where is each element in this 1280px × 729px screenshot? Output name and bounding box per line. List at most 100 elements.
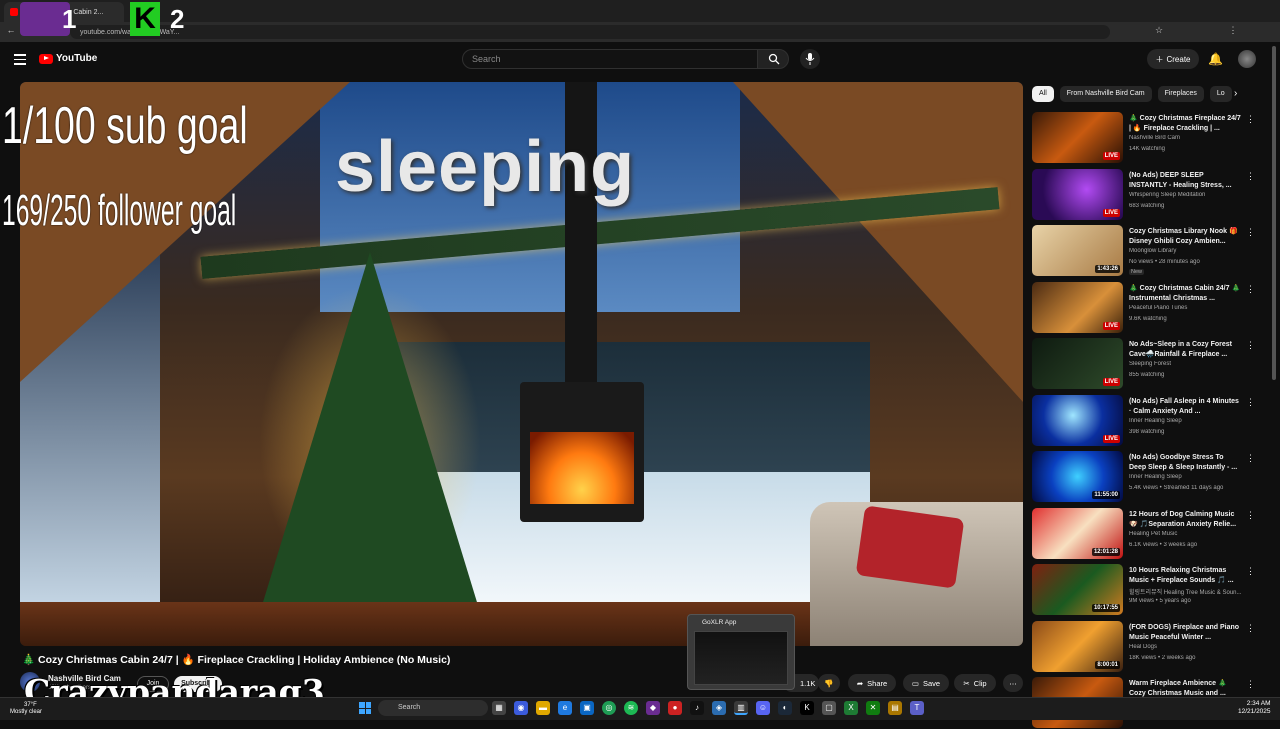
- taskbar-search-input[interactable]: Search: [378, 700, 488, 716]
- discord-icon[interactable]: ☺: [756, 701, 770, 715]
- video-title-link[interactable]: Cozy Christmas Library Nook 🎁Disney Ghib…: [1129, 227, 1241, 247]
- more-options-icon[interactable]: ⋮: [1246, 284, 1255, 295]
- channel-name[interactable]: Peaceful Piano Tunes: [1129, 305, 1249, 311]
- xbox-icon[interactable]: ✕: [866, 701, 880, 715]
- url-input[interactable]: youtube.com/watch?v=...IWaY...: [70, 25, 1110, 39]
- dislike-button[interactable]: 👎: [818, 674, 840, 692]
- goxlr-taskbar-icon[interactable]: ▥: [734, 701, 748, 715]
- more-options-icon[interactable]: ⋮: [1246, 679, 1255, 690]
- back-arrow-icon[interactable]: ←: [6, 25, 16, 35]
- video-thumbnail[interactable]: 1:43:26: [1032, 225, 1123, 276]
- recommended-video[interactable]: 8:00:01 (FOR DOGS) Fireplace and Piano Mu…: [1032, 620, 1256, 673]
- scrollbar[interactable]: [1272, 46, 1276, 380]
- goxlr-taskbar-preview[interactable]: GoXLR App: [687, 614, 795, 690]
- weather-widget[interactable]: 37°F Mostly clear: [10, 702, 42, 716]
- recommended-video[interactable]: LIVE (No Ads) DEEP SLEEP INSTANTLY - Heal…: [1032, 168, 1256, 221]
- recommended-video[interactable]: LIVE 🎄 Cozy Christmas Fireplace 24/7 | 🔥 …: [1032, 112, 1256, 164]
- recording-app-icon[interactable]: ●: [668, 701, 682, 715]
- clip-button[interactable]: ✂ Clip: [954, 674, 996, 692]
- video-thumbnail[interactable]: LIVE: [1032, 112, 1123, 163]
- filter-chip[interactable]: All: [1032, 86, 1054, 102]
- share-button[interactable]: ➦ Share: [848, 674, 896, 692]
- more-options-icon[interactable]: ⋮: [1246, 340, 1255, 351]
- steam-icon[interactable]: ◐: [778, 701, 792, 715]
- channel-name[interactable]: Inner Healing Sleep: [1129, 418, 1249, 424]
- channel-name[interactable]: Sleeping Forest: [1129, 361, 1249, 367]
- more-options-icon[interactable]: ⋮: [1246, 566, 1255, 577]
- more-options-icon[interactable]: ⋮: [1246, 171, 1255, 182]
- video-title-link[interactable]: (No Ads) Fall Asleep in 4 Minutes · Calm…: [1129, 397, 1241, 417]
- file-explorer-icon[interactable]: ▬: [536, 701, 550, 715]
- voice-search-button[interactable]: [800, 49, 820, 69]
- more-options-icon[interactable]: ⋮: [1246, 397, 1255, 408]
- more-options-icon[interactable]: ⋮: [1246, 510, 1255, 521]
- video-thumbnail[interactable]: LIVE: [1032, 168, 1123, 220]
- recommended-video[interactable]: LIVE (No Ads) Fall Asleep in 4 Minutes · …: [1032, 394, 1256, 447]
- video-title-link[interactable]: (No Ads) Goodbye Stress To Deep Sleep & …: [1129, 453, 1241, 473]
- chrome-icon[interactable]: ◎: [602, 701, 616, 715]
- copilot-icon[interactable]: ◉: [514, 701, 528, 715]
- app-window-icon[interactable]: ▢: [822, 701, 836, 715]
- search-button[interactable]: [757, 49, 789, 69]
- recommended-video[interactable]: 1:43:26 Cozy Christmas Library Nook 🎁Disn…: [1032, 225, 1256, 277]
- filter-chip[interactable]: Fireplaces: [1157, 86, 1204, 102]
- recommended-video[interactable]: LIVE 🎄 Cozy Christmas Cabin 24/7 🎄 Instru…: [1032, 281, 1256, 334]
- video-title-link[interactable]: 12 Hours of Dog Calming Music 🐶 🎵Separat…: [1129, 510, 1241, 530]
- filter-chip[interactable]: Lo: [1209, 86, 1232, 102]
- video-title-link[interactable]: (No Ads) DEEP SLEEP INSTANTLY - Healing …: [1129, 171, 1241, 191]
- app-icon[interactable]: ◈: [712, 701, 726, 715]
- create-button[interactable]: ＋ Create: [1147, 49, 1199, 69]
- video-thumbnail[interactable]: LIVE: [1032, 281, 1123, 333]
- video-title-link[interactable]: (FOR DOGS) Fireplace and Piano Music Pea…: [1129, 623, 1241, 643]
- video-title-link[interactable]: Warm Fireplace Ambience 🎄 Cozy Christmas…: [1129, 679, 1241, 699]
- channel-name[interactable]: 힐링트리뮤직 Healing Tree Music & Soun...: [1129, 587, 1249, 596]
- spotify-icon[interactable]: ≋: [624, 701, 638, 715]
- more-options-icon[interactable]: ⋮: [1246, 453, 1255, 464]
- teams-icon[interactable]: T: [910, 701, 924, 715]
- windows-start-icon[interactable]: [359, 702, 371, 714]
- task-view-icon[interactable]: ▦: [492, 701, 506, 715]
- kick-taskbar-icon[interactable]: K: [800, 701, 814, 715]
- hamburger-menu-icon[interactable]: [14, 54, 26, 65]
- recommended-video[interactable]: LIVE No Ads~Sleep in a Cozy Forest Cave🌧️…: [1032, 338, 1256, 390]
- video-title-link[interactable]: No Ads~Sleep in a Cozy Forest Cave🌧️Rain…: [1129, 340, 1241, 360]
- excel-icon[interactable]: X: [844, 701, 858, 715]
- menu-dots-icon[interactable]: ⋮: [1228, 25, 1238, 35]
- channel-name[interactable]: Heal Dogs: [1129, 644, 1249, 650]
- star-icon[interactable]: ☆: [1154, 25, 1164, 35]
- video-title-link[interactable]: 🎄 Cozy Christmas Cabin 24/7 🎄 Instrument…: [1129, 284, 1241, 304]
- twitch-icon[interactable]: ◆: [646, 701, 660, 715]
- more-options-icon[interactable]: ⋮: [1246, 227, 1255, 238]
- tiktok-icon[interactable]: ♪: [690, 701, 704, 715]
- youtube-logo[interactable]: YouTube: [39, 53, 97, 64]
- save-button[interactable]: ▭ Save: [903, 674, 949, 692]
- app-folder-icon[interactable]: ▤: [888, 701, 902, 715]
- channel-name[interactable]: Nashville Bird Cam: [1129, 135, 1249, 141]
- filter-chip[interactable]: From Nashville Bird Cam: [1059, 86, 1152, 102]
- taskbar-clock[interactable]: 2:34 AM 12/21/2025: [1238, 700, 1271, 716]
- video-title-link[interactable]: 🎄 Cozy Christmas Fireplace 24/7 | 🔥 Fire…: [1129, 114, 1241, 134]
- store-icon[interactable]: ▣: [580, 701, 594, 715]
- search-input[interactable]: Search: [462, 49, 758, 69]
- video-thumbnail[interactable]: 8:00:01: [1032, 620, 1123, 672]
- video-title-link[interactable]: 10 Hours Relaxing Christmas Music + Fire…: [1129, 566, 1241, 586]
- video-thumbnail[interactable]: 10:17:55: [1032, 564, 1123, 615]
- more-actions-button[interactable]: ⋯: [1003, 674, 1023, 692]
- video-thumbnail[interactable]: LIVE: [1032, 394, 1123, 446]
- channel-name[interactable]: Healing Pet Music: [1129, 531, 1249, 537]
- more-options-icon[interactable]: ⋮: [1246, 114, 1255, 125]
- edge-icon[interactable]: e: [558, 701, 572, 715]
- video-thumbnail[interactable]: 11:55:00: [1032, 451, 1123, 502]
- recommended-video[interactable]: 10:17:55 10 Hours Relaxing Christmas Musi…: [1032, 564, 1256, 616]
- chevron-right-icon[interactable]: ›: [1234, 88, 1237, 99]
- video-thumbnail[interactable]: LIVE: [1032, 338, 1123, 389]
- recommended-video[interactable]: 12:01:28 12 Hours of Dog Calming Music 🐶 …: [1032, 507, 1256, 560]
- channel-name[interactable]: Whispering Sleep Meditation: [1129, 192, 1249, 198]
- notifications-bell-icon[interactable]: 🔔: [1208, 52, 1223, 66]
- channel-name[interactable]: Moonglow Library: [1129, 248, 1249, 254]
- video-thumbnail[interactable]: 12:01:28: [1032, 507, 1123, 559]
- recommended-video[interactable]: 11:55:00 (No Ads) Goodbye Stress To Deep …: [1032, 451, 1256, 503]
- channel-name[interactable]: Inner Healing Sleep: [1129, 474, 1249, 480]
- account-avatar[interactable]: [1238, 50, 1256, 68]
- more-options-icon[interactable]: ⋮: [1246, 623, 1255, 634]
